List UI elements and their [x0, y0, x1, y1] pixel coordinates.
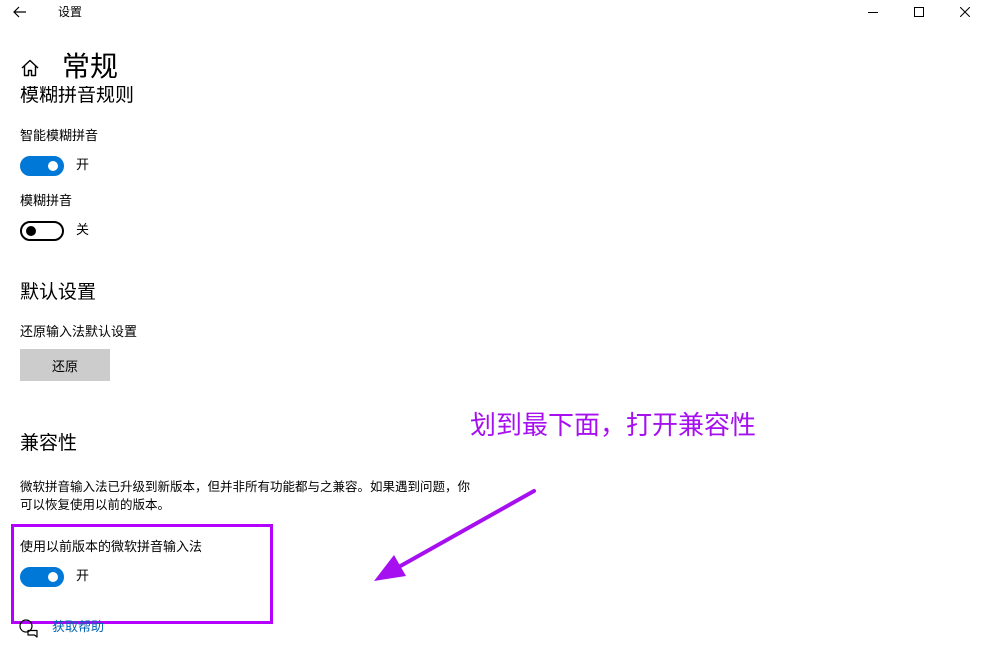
toggle-knob — [26, 226, 36, 236]
annotation-arrow-icon — [374, 489, 536, 581]
toggle-knob — [48, 161, 58, 171]
smart-fuzzy-state: 开 — [76, 158, 90, 173]
title-bar: 设置 — [0, 0, 984, 24]
maximize-icon — [914, 7, 924, 17]
compat-section-title: 兼容性 — [20, 432, 78, 454]
fuzzy-pinyin-state: 关 — [76, 223, 90, 238]
home-icon — [21, 59, 39, 77]
fuzzy-section-title: 模糊拼音规则 — [20, 86, 135, 106]
window-title: 设置 — [58, 5, 83, 19]
restore-defaults-label: 还原输入法默认设置 — [20, 325, 138, 340]
smart-fuzzy-label: 智能模糊拼音 — [20, 129, 99, 144]
help-chat-icon — [19, 619, 38, 638]
get-help-link[interactable]: 获取帮助 — [52, 619, 104, 637]
home-button[interactable] — [18, 56, 42, 80]
settings-window: 设置 常规 模糊拼音规则 智能模糊拼音 开 模糊拼音 关 默认设置 还原输入法默… — [0, 0, 984, 670]
restore-button[interactable]: 还原 — [20, 349, 110, 381]
annotation-text: 划到最下面，打开兼容性 — [470, 411, 757, 441]
maximize-button[interactable] — [896, 0, 942, 24]
back-button[interactable] — [8, 0, 32, 24]
page-title: 常规 — [62, 50, 119, 83]
arrow-left-icon — [13, 6, 26, 18]
defaults-section-title: 默认设置 — [20, 281, 97, 303]
fuzzy-pinyin-toggle[interactable] — [20, 221, 64, 241]
minimize-button[interactable] — [850, 0, 896, 24]
close-button[interactable] — [942, 0, 984, 24]
minimize-icon — [868, 12, 878, 13]
fuzzy-pinyin-label: 模糊拼音 — [20, 194, 73, 209]
annotation-highlight-box — [11, 524, 273, 624]
close-icon — [960, 7, 970, 17]
smart-fuzzy-toggle[interactable] — [20, 156, 64, 176]
